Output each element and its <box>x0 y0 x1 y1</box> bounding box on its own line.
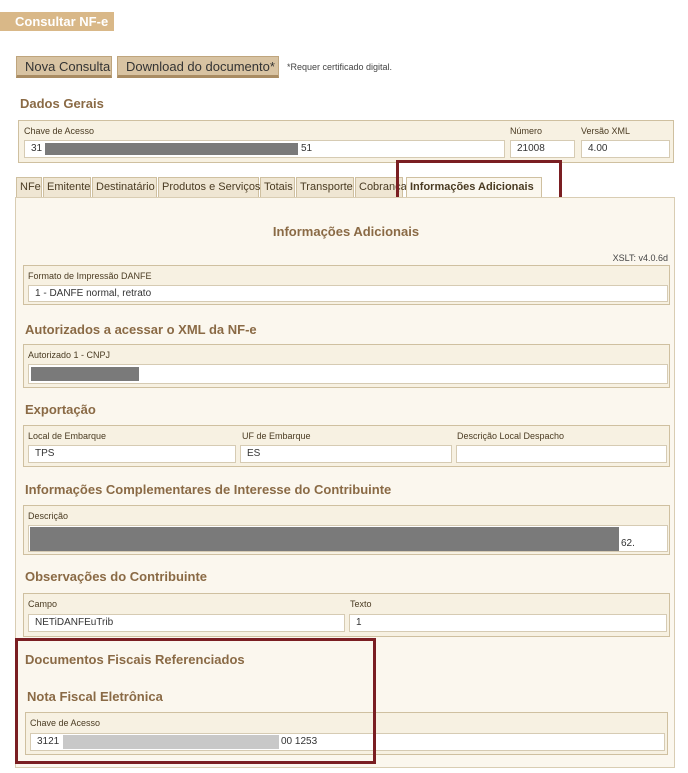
description-suffix: 62. <box>621 538 635 549</box>
certificate-note: *Requer certificado digital. <box>287 62 393 72</box>
dispatch-desc-field <box>456 445 667 463</box>
observations-fieldset: Campo NETiDANFEuTrib Texto 1 <box>23 593 670 637</box>
access-key-field: 31 51 <box>24 140 505 158</box>
tab-emitente[interactable]: Emitente <box>43 177 91 198</box>
description-label: Descrição <box>28 511 69 521</box>
complementary-info-title: Informações Complementares de Interesse … <box>25 482 392 497</box>
tab-destinatario[interactable]: Destinatário <box>92 177 157 198</box>
observations-title: Observações do Contribuinte <box>25 569 208 584</box>
xslt-version: XSLT: v4.0.6d <box>612 253 668 263</box>
tab-nfe[interactable]: NFe <box>16 177 42 198</box>
dispatch-desc-label: Descrição Local Despacho <box>457 431 565 441</box>
access-key-label: Chave de Acesso <box>24 126 95 136</box>
xml-version-label: Versão XML <box>581 126 631 136</box>
authorized-title: Autorizados a acessar o XML da NF-e <box>25 322 257 337</box>
xml-version-field: 4.00 <box>581 140 670 158</box>
tab-totais[interactable]: Totais <box>260 177 295 198</box>
general-data-fieldset: Chave de Acesso 31 51 Número 21008 Versã… <box>18 120 674 163</box>
new-query-button[interactable]: Nova Consulta <box>16 56 112 78</box>
redacted-block <box>45 143 298 155</box>
page-title: Consultar NF-e <box>0 12 114 31</box>
loading-uf-field: ES <box>240 445 452 463</box>
description-field: 62. <box>28 525 668 552</box>
redacted-block <box>30 527 619 551</box>
panel-title: Informações Adicionais <box>272 224 420 239</box>
observation-field-label: Campo <box>28 599 58 609</box>
number-field: 21008 <box>510 140 575 158</box>
tab-transporte[interactable]: Transporte <box>296 177 354 198</box>
highlight-box-referenced <box>15 638 376 764</box>
observation-text-value: 1 <box>349 614 667 632</box>
general-data-title: Dados Gerais <box>20 96 104 111</box>
print-format-fieldset: Formato de Impressão DANFE 1 - DANFE nor… <box>23 265 670 305</box>
observation-field-value: NETiDANFEuTrib <box>28 614 345 632</box>
access-key-prefix: 31 <box>31 143 43 154</box>
authorized-fieldset: Autorizado 1 - CNPJ <box>23 344 670 388</box>
number-label: Número <box>510 126 543 136</box>
tab-produtos-servicos[interactable]: Produtos e Serviços <box>158 177 260 198</box>
authorized-cnpj-label: Autorizado 1 - CNPJ <box>28 350 111 360</box>
redacted-block <box>31 367 139 381</box>
loading-place-field: TPS <box>28 445 236 463</box>
complementary-info-fieldset: Descrição 62. <box>23 505 670 555</box>
authorized-cnpj-field <box>28 364 668 384</box>
access-key-suffix: 51 <box>301 143 313 154</box>
print-format-field: 1 - DANFE normal, retrato <box>28 285 668 302</box>
print-format-label: Formato de Impressão DANFE <box>28 271 152 281</box>
export-fieldset: Local de Embarque TPS UF de Embarque ES … <box>23 425 670 467</box>
download-document-button[interactable]: Download do documento* <box>117 56 279 78</box>
observation-text-label: Texto <box>350 599 372 609</box>
loading-uf-label: UF de Embarque <box>242 431 311 441</box>
export-title: Exportação <box>25 402 96 417</box>
loading-place-label: Local de Embarque <box>28 431 107 441</box>
